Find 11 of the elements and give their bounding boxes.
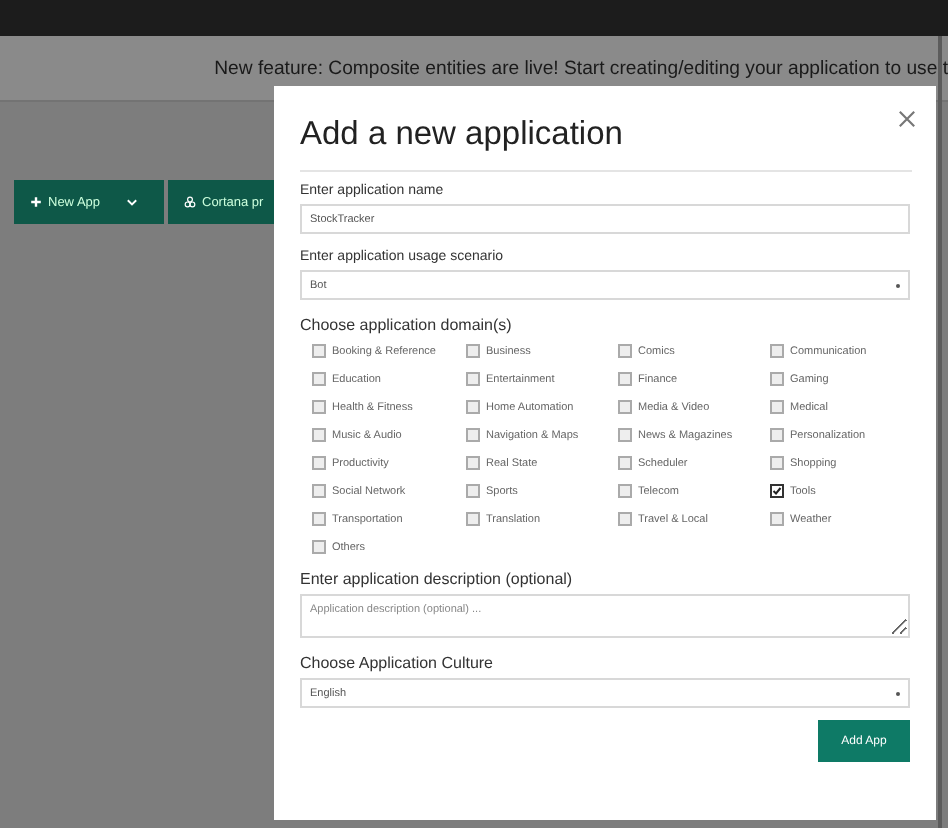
banner-text: New feature: Composite entities are live! Start creating/editing your application to use t bbox=[214, 57, 948, 79]
circles-icon bbox=[184, 196, 196, 208]
field-label: Enter application description (optional) bbox=[300, 570, 575, 588]
close-button[interactable] bbox=[894, 106, 920, 132]
checkmark-icon bbox=[772, 484, 782, 498]
close-icon bbox=[898, 110, 916, 128]
field-label: Choose Application Culture bbox=[300, 654, 496, 672]
chevron-down-icon bbox=[126, 196, 139, 208]
field-label: Choose application domain(s) bbox=[300, 316, 514, 334]
plus-icon bbox=[30, 196, 42, 208]
dialog-title: Add a new application bbox=[300, 116, 623, 154]
